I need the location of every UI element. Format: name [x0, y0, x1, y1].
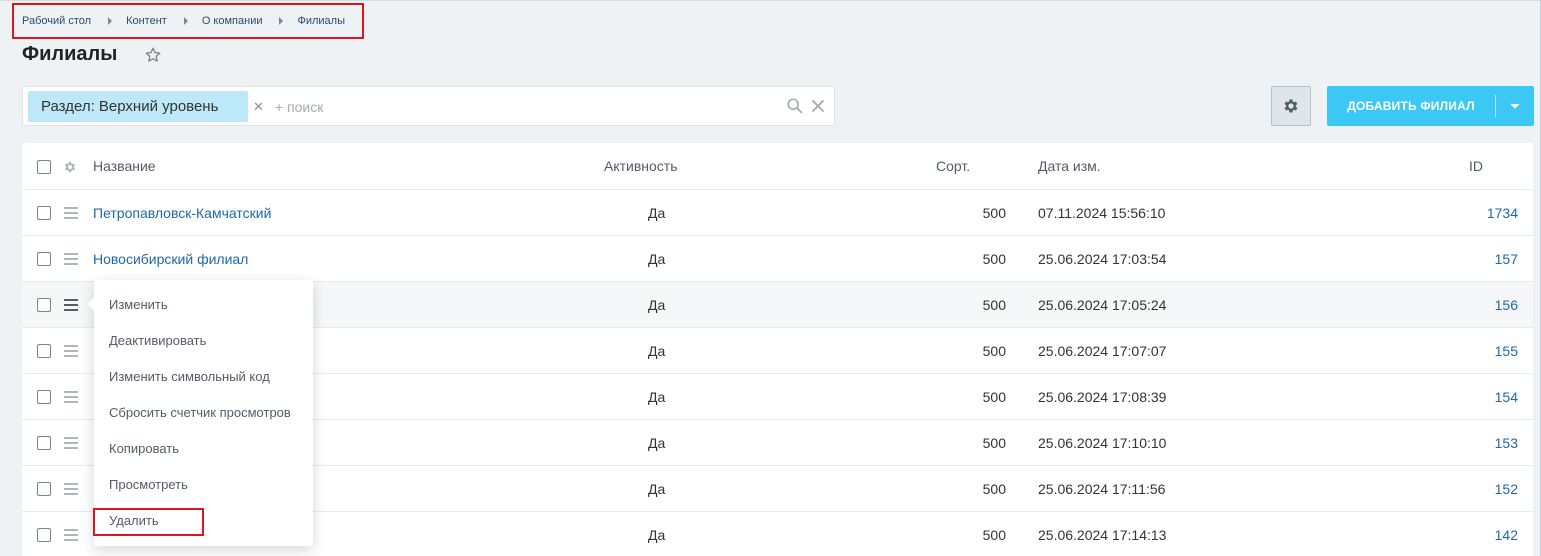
column-header-name[interactable]: Название: [93, 143, 156, 190]
row-sort: 500: [982, 435, 1006, 451]
row-active: Да: [648, 205, 666, 221]
row-checkbox[interactable]: [37, 344, 51, 358]
row-checkbox[interactable]: [37, 482, 51, 496]
row-sort: 500: [982, 527, 1006, 543]
row-id-link[interactable]: 152: [1495, 481, 1518, 497]
row-menu-icon[interactable]: [64, 299, 78, 311]
row-checkbox[interactable]: [37, 436, 51, 450]
row-sort: 500: [982, 205, 1006, 221]
row-id-link[interactable]: 153: [1495, 435, 1518, 451]
menu-item-view[interactable]: Просмотреть: [94, 467, 313, 503]
row-date: 25.06.2024 17:07:07: [1038, 343, 1167, 359]
menu-item-copy[interactable]: Копировать: [94, 431, 313, 467]
select-all-checkbox[interactable]: [37, 160, 51, 174]
filter-tag[interactable]: Раздел: Верхний уровень: [28, 91, 248, 122]
row-id-link[interactable]: 142: [1495, 527, 1518, 543]
column-header-active[interactable]: Активность: [604, 143, 678, 190]
column-header-date[interactable]: Дата изм.: [1038, 143, 1101, 190]
row-date: 25.06.2024 17:08:39: [1038, 389, 1167, 405]
row-menu-icon[interactable]: [64, 253, 78, 265]
row-sort: 500: [982, 481, 1006, 497]
row-active: Да: [648, 251, 666, 267]
row-checkbox[interactable]: [37, 298, 51, 312]
row-id-link[interactable]: 155: [1495, 343, 1518, 359]
row-active: Да: [648, 297, 666, 313]
gear-icon: [1284, 99, 1298, 113]
row-id-link[interactable]: 1734: [1487, 205, 1518, 221]
column-header-id[interactable]: ID: [1469, 143, 1483, 190]
table-row[interactable]: Новосибирский филиал Да 500 25.06.2024 1…: [22, 236, 1533, 282]
row-sort: 500: [982, 389, 1006, 405]
row-date: 25.06.2024 17:11:56: [1038, 481, 1166, 497]
filter-bar: Раздел: Верхний уровень ✕: [22, 86, 835, 126]
row-date: 25.06.2024 17:05:24: [1038, 297, 1167, 313]
row-menu-icon[interactable]: [64, 207, 78, 219]
table-row[interactable]: Петропавловск-Камчатский Да 500 07.11.20…: [22, 190, 1533, 236]
menu-item-deactivate[interactable]: Деактивировать: [94, 323, 313, 359]
row-date: 25.06.2024 17:03:54: [1038, 251, 1167, 267]
row-name-link[interactable]: Новосибирский филиал: [93, 251, 248, 267]
row-checkbox[interactable]: [37, 252, 51, 266]
row-sort: 500: [982, 251, 1006, 267]
search-icon[interactable]: [786, 97, 804, 115]
table-header: Название Активность Сорт. Дата изм. ID: [22, 143, 1533, 190]
add-branch-button-label: ДОБАВИТЬ ФИЛИАЛ: [1347, 99, 1475, 113]
menu-item-edit-code[interactable]: Изменить символьный код: [94, 359, 313, 395]
row-menu-icon[interactable]: [64, 391, 78, 403]
row-checkbox[interactable]: [37, 390, 51, 404]
row-menu-icon[interactable]: [64, 345, 78, 357]
row-date: 25.06.2024 17:14:13: [1038, 527, 1167, 543]
chevron-down-icon: [1510, 103, 1520, 109]
row-active: Да: [648, 527, 666, 543]
row-id-link[interactable]: 154: [1495, 389, 1518, 405]
row-date: 25.06.2024 17:10:10: [1038, 435, 1167, 451]
filter-tag-label: Раздел: Верхний уровень: [41, 98, 219, 115]
page-title: Филиалы: [22, 43, 118, 65]
delete-highlight-frame: [93, 508, 204, 536]
row-id-link[interactable]: 156: [1495, 297, 1518, 313]
search-input[interactable]: [275, 96, 775, 118]
row-sort: 500: [982, 297, 1006, 313]
gear-icon[interactable]: [63, 160, 77, 174]
row-id-link[interactable]: 157: [1495, 251, 1518, 267]
column-header-sort[interactable]: Сорт.: [936, 143, 970, 190]
row-checkbox[interactable]: [37, 528, 51, 542]
top-border: [0, 0, 1541, 1]
row-active: Да: [648, 389, 666, 405]
row-sort: 500: [982, 343, 1006, 359]
menu-item-edit[interactable]: Изменить: [94, 287, 313, 323]
breadcrumb-highlight-frame: [12, 3, 364, 39]
row-name-link[interactable]: Петропавловск-Камчатский: [93, 205, 271, 221]
row-menu-icon[interactable]: [64, 483, 78, 495]
settings-button[interactable]: [1271, 86, 1311, 126]
row-date: 07.11.2024 15:56:10: [1038, 205, 1166, 221]
menu-item-reset-views[interactable]: Сбросить счетчик просмотров: [94, 395, 313, 431]
row-menu-icon[interactable]: [64, 529, 78, 541]
row-active: Да: [648, 435, 666, 451]
row-context-menu: Изменить Деактивировать Изменить символь…: [87, 280, 313, 546]
row-checkbox[interactable]: [37, 206, 51, 220]
row-menu-icon[interactable]: [64, 437, 78, 449]
add-branch-button[interactable]: ДОБАВИТЬ ФИЛИАЛ: [1327, 86, 1534, 126]
star-icon[interactable]: [144, 46, 162, 64]
filter-tag-close-icon[interactable]: ✕: [253, 99, 264, 115]
row-active: Да: [648, 481, 666, 497]
clear-search-icon[interactable]: [810, 98, 826, 114]
row-active: Да: [648, 343, 666, 359]
add-button-dropdown[interactable]: [1496, 86, 1534, 126]
